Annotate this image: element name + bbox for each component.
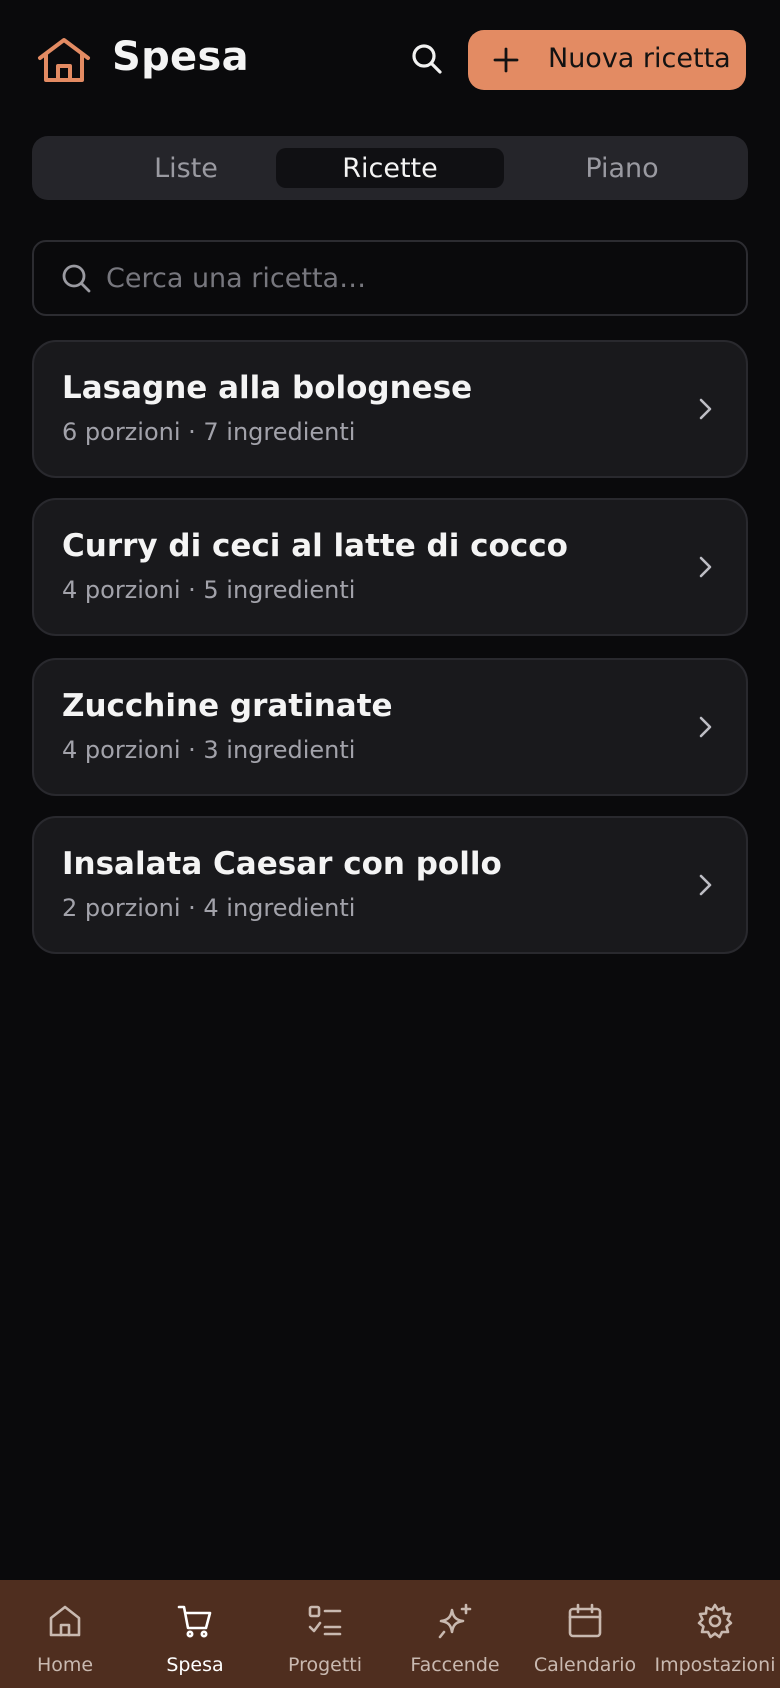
app-screen: Spesa Nuova ricetta Liste Ricette Piano … [0, 0, 780, 1688]
recipe-name: Zucchine gratinate [62, 688, 393, 724]
chevron-right-icon [699, 398, 712, 420]
cart-icon [177, 1605, 212, 1638]
recipe-meta: 2 porzioni · 4 ingredienti [62, 894, 356, 922]
new-recipe-button[interactable]: Nuova ricetta [468, 30, 746, 90]
house-icon[interactable] [36, 36, 92, 84]
recipe-name: Insalata Caesar con pollo [62, 846, 502, 882]
bottom-nav: Home Spesa Progetti Faccende Calendario … [0, 1580, 780, 1688]
recipe-meta: 4 porzioni · 3 ingredienti [62, 736, 356, 764]
recipe-name: Lasagne alla bolognese [62, 370, 473, 406]
plus-icon [493, 47, 519, 73]
nav-label: Progetti [287, 1654, 363, 1676]
checklist-icon [308, 1605, 342, 1636]
nav-item-impostazioni[interactable]: Impostazioni [650, 1580, 780, 1688]
search-icon[interactable] [408, 40, 444, 76]
chevron-right-icon [699, 874, 712, 896]
recipe-card[interactable]: Zucchine gratinate 4 porzioni · 3 ingred… [32, 658, 748, 796]
recipe-name: Curry di ceci al latte di cocco [62, 528, 568, 564]
recipe-meta: 6 porzioni · 7 ingredienti [62, 418, 356, 446]
nav-item-calendario[interactable]: Calendario [520, 1580, 650, 1688]
sparkles-icon [438, 1603, 472, 1639]
segmented-tabs: Liste Ricette Piano [32, 136, 748, 200]
gear-icon [697, 1603, 733, 1639]
nav-item-faccende[interactable]: Faccende [390, 1580, 520, 1688]
nav-label: Faccende [410, 1654, 500, 1676]
chevron-right-icon [699, 556, 712, 578]
header: Spesa Nuova ricetta [0, 0, 780, 120]
recipe-card[interactable]: Curry di ceci al latte di cocco 4 porzio… [32, 498, 748, 636]
chevron-right-icon [699, 716, 712, 738]
nav-label: Calendario [533, 1654, 637, 1676]
calendar-icon [568, 1603, 602, 1638]
tab-piano[interactable]: Piano [508, 148, 736, 188]
recipe-search-field [32, 240, 748, 316]
search-input[interactable] [106, 254, 726, 302]
nav-label: Spesa [166, 1654, 224, 1676]
nav-label: Impostazioni [654, 1654, 776, 1676]
new-recipe-label: Nuova ricetta [548, 43, 731, 74]
tab-liste[interactable]: Liste [72, 148, 300, 188]
recipe-meta: 4 porzioni · 5 ingredienti [62, 576, 356, 604]
recipe-card[interactable]: Insalata Caesar con pollo 2 porzioni · 4… [32, 816, 748, 954]
recipe-card[interactable]: Lasagne alla bolognese 6 porzioni · 7 in… [32, 340, 748, 478]
page-title: Spesa [112, 34, 249, 80]
search-icon [62, 264, 91, 293]
tab-ricette[interactable]: Ricette [276, 148, 504, 188]
nav-item-progetti[interactable]: Progetti [260, 1580, 390, 1688]
nav-item-home[interactable]: Home [0, 1580, 130, 1688]
nav-item-spesa[interactable]: Spesa [130, 1580, 260, 1688]
nav-label: Home [36, 1654, 94, 1676]
home-icon [49, 1605, 81, 1637]
